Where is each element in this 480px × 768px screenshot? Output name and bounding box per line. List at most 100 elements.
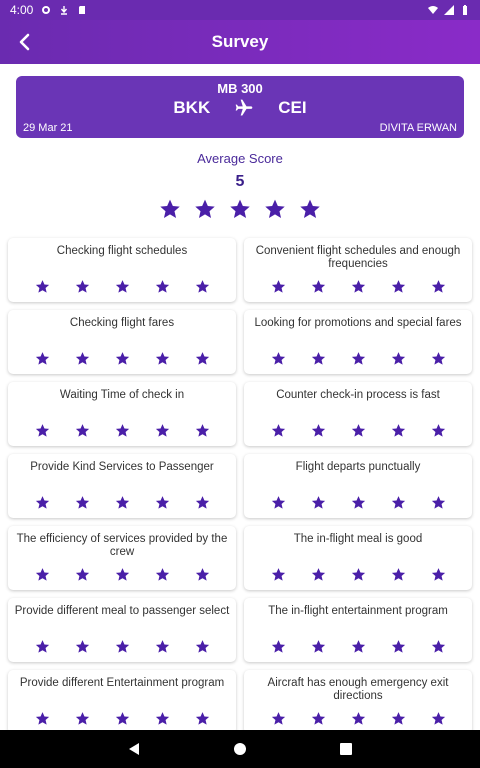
rating-star-icon[interactable] <box>431 567 446 582</box>
rating-star-icon[interactable] <box>311 639 326 654</box>
rating-star-icon[interactable] <box>195 639 210 654</box>
rating-star-icon[interactable] <box>431 279 446 294</box>
rating-star-icon[interactable] <box>431 711 446 726</box>
rating-star-icon[interactable] <box>155 711 170 726</box>
rating-star-icon[interactable] <box>35 639 50 654</box>
rating-star-icon[interactable] <box>431 423 446 438</box>
rating-star-icon[interactable] <box>115 351 130 366</box>
rating-star-icon[interactable] <box>155 567 170 582</box>
rating-star-icon[interactable] <box>195 423 210 438</box>
rating-star-icon[interactable] <box>311 711 326 726</box>
rating-star-icon[interactable] <box>391 567 406 582</box>
rating-star-icon[interactable] <box>115 639 130 654</box>
rating-star-icon[interactable] <box>155 495 170 510</box>
page-title: Survey <box>211 32 269 51</box>
rating-star-icon[interactable] <box>75 351 90 366</box>
rating-star-icon[interactable] <box>271 711 286 726</box>
rating-star-icon[interactable] <box>115 495 130 510</box>
question-text: Provide Kind Services to Passenger <box>30 461 214 473</box>
origin-code: BKK <box>173 98 211 117</box>
question-rating-stars <box>244 639 472 654</box>
rating-star-icon[interactable] <box>75 711 90 726</box>
rating-star-icon[interactable] <box>391 279 406 294</box>
rating-star-icon[interactable] <box>35 351 50 366</box>
rating-star-icon[interactable] <box>311 423 326 438</box>
flight-date: 29 Mar 21 <box>23 122 73 134</box>
rating-star-icon[interactable] <box>311 351 326 366</box>
settings-icon <box>42 6 51 14</box>
question-text: Flight departs punctually <box>295 461 421 473</box>
rating-star-icon[interactable] <box>351 495 366 510</box>
rating-star-icon[interactable] <box>391 711 406 726</box>
average-star-icon[interactable] <box>229 198 251 220</box>
rating-star-icon[interactable] <box>75 279 90 294</box>
rating-star-icon[interactable] <box>311 495 326 510</box>
rating-star-icon[interactable] <box>351 711 366 726</box>
question-card: Checking flight fares <box>8 310 236 374</box>
sd-card-icon <box>79 6 86 14</box>
rating-star-icon[interactable] <box>311 567 326 582</box>
rating-star-icon[interactable] <box>271 279 286 294</box>
rating-star-icon[interactable] <box>35 423 50 438</box>
rating-star-icon[interactable] <box>155 279 170 294</box>
rating-star-icon[interactable] <box>195 351 210 366</box>
rating-star-icon[interactable] <box>195 495 210 510</box>
rating-star-icon[interactable] <box>391 423 406 438</box>
download-icon <box>61 6 68 15</box>
rating-star-icon[interactable] <box>155 351 170 366</box>
rating-star-icon[interactable] <box>115 711 130 726</box>
rating-star-icon[interactable] <box>351 279 366 294</box>
nav-recents-button[interactable] <box>334 737 358 761</box>
question-rating-stars <box>8 567 236 582</box>
rating-star-icon[interactable] <box>35 567 50 582</box>
rating-star-icon[interactable] <box>155 423 170 438</box>
nav-home-button[interactable] <box>228 737 252 761</box>
status-bar: 4:00 <box>0 0 480 20</box>
rating-star-icon[interactable] <box>75 423 90 438</box>
question-text: Looking for promotions and special fares <box>254 317 462 329</box>
question-text: The in-flight entertainment program <box>268 605 448 617</box>
rating-star-icon[interactable] <box>311 279 326 294</box>
question-card: Looking for promotions and special fares <box>244 310 472 374</box>
rating-star-icon[interactable] <box>195 711 210 726</box>
rating-star-icon[interactable] <box>195 279 210 294</box>
rating-star-icon[interactable] <box>75 495 90 510</box>
rating-star-icon[interactable] <box>115 279 130 294</box>
rating-star-icon[interactable] <box>35 711 50 726</box>
rating-star-icon[interactable] <box>35 495 50 510</box>
rating-star-icon[interactable] <box>391 639 406 654</box>
rating-star-icon[interactable] <box>391 351 406 366</box>
rating-star-icon[interactable] <box>431 351 446 366</box>
rating-star-icon[interactable] <box>115 567 130 582</box>
rating-star-icon[interactable] <box>271 567 286 582</box>
rating-star-icon[interactable] <box>431 639 446 654</box>
rating-star-icon[interactable] <box>35 279 50 294</box>
average-star-icon[interactable] <box>264 198 286 220</box>
question-card: Flight departs punctually <box>244 454 472 518</box>
question-text: Provide different meal to passenger sele… <box>14 605 230 617</box>
average-star-icon[interactable] <box>159 198 181 220</box>
average-star-icon[interactable] <box>194 198 216 220</box>
rating-star-icon[interactable] <box>271 351 286 366</box>
question-rating-stars <box>244 495 472 510</box>
status-time: 4:00 <box>10 3 34 17</box>
rating-star-icon[interactable] <box>351 351 366 366</box>
rating-star-icon[interactable] <box>271 639 286 654</box>
rating-star-icon[interactable] <box>391 495 406 510</box>
rating-star-icon[interactable] <box>351 567 366 582</box>
rating-star-icon[interactable] <box>431 495 446 510</box>
rating-star-icon[interactable] <box>271 495 286 510</box>
rating-star-icon[interactable] <box>351 639 366 654</box>
average-score-label: Average Score <box>197 151 283 166</box>
rating-star-icon[interactable] <box>75 567 90 582</box>
rating-star-icon[interactable] <box>155 639 170 654</box>
rating-star-icon[interactable] <box>351 423 366 438</box>
rating-star-icon[interactable] <box>195 567 210 582</box>
question-text: Provide different Entertainment program <box>19 677 225 689</box>
back-button[interactable] <box>8 26 40 58</box>
rating-star-icon[interactable] <box>75 639 90 654</box>
rating-star-icon[interactable] <box>271 423 286 438</box>
average-star-icon[interactable] <box>299 198 321 220</box>
rating-star-icon[interactable] <box>115 423 130 438</box>
nav-back-button[interactable] <box>122 737 146 761</box>
